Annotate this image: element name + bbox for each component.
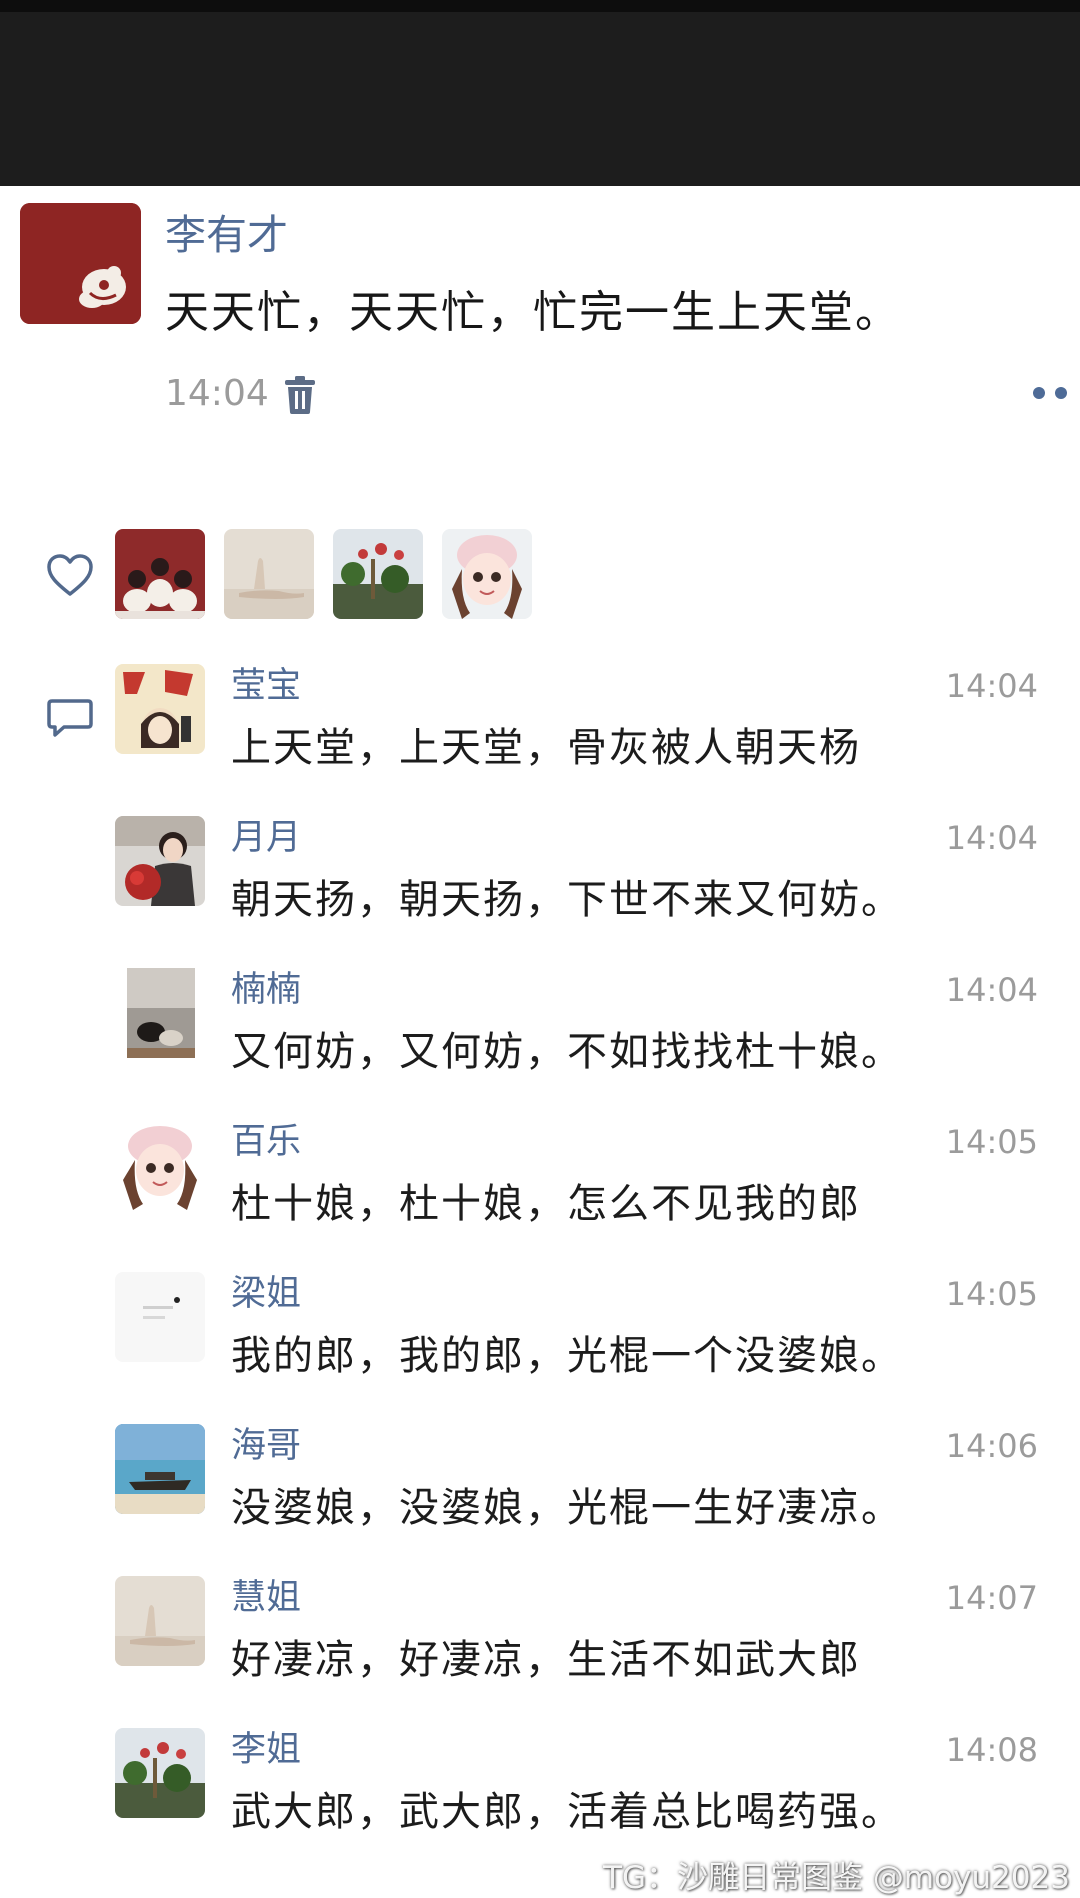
comment-time: 14:05 bbox=[945, 1123, 1038, 1161]
comment-text: 没婆娘，没婆娘，光棍一生好凄凉。 bbox=[231, 1485, 903, 1531]
comment-time: 14:04 bbox=[945, 667, 1038, 705]
comment-text: 朝天扬，朝天扬，下世不来又何妨。 bbox=[231, 877, 903, 923]
comment-text: 上天堂，上天堂，骨灰被人朝天杨 bbox=[231, 725, 861, 771]
comment-item: 海哥 14:06 没婆娘，没婆娘，光棍一生好凄凉。 bbox=[0, 1422, 1080, 1574]
commenter-name[interactable]: 莹宝 bbox=[231, 662, 301, 710]
commenter-name[interactable]: 月月 bbox=[231, 814, 301, 862]
comment-item: 楠楠 14:04 又何妨，又何妨，不如找找杜十娘。 bbox=[0, 966, 1080, 1118]
comment-time: 14:08 bbox=[945, 1731, 1038, 1769]
top-edge bbox=[0, 0, 1080, 12]
comment-time: 14:06 bbox=[945, 1427, 1038, 1465]
commenter-name[interactable]: 梁姐 bbox=[231, 1270, 301, 1318]
commenter-name[interactable]: 楠楠 bbox=[231, 966, 301, 1014]
commenter-avatar[interactable] bbox=[115, 1576, 205, 1666]
comment-text: 好凄凉，好凄凉，生活不如武大郎 bbox=[231, 1637, 861, 1683]
commenter-name[interactable]: 李姐 bbox=[231, 1726, 301, 1774]
commenter-avatar[interactable] bbox=[115, 1424, 205, 1514]
trash-icon[interactable] bbox=[283, 376, 317, 414]
top-dark-bar bbox=[0, 0, 1080, 186]
commenter-avatar[interactable] bbox=[115, 968, 205, 1058]
like-avatar[interactable] bbox=[333, 529, 423, 619]
comment-item: 月月 14:04 朝天扬，朝天扬，下世不来又何妨。 bbox=[0, 814, 1080, 966]
commenter-avatar[interactable] bbox=[115, 1728, 205, 1818]
commenter-name[interactable]: 百乐 bbox=[231, 1118, 301, 1166]
like-avatar[interactable] bbox=[442, 529, 532, 619]
comment-text: 我的郎，我的郎，光棍一个没婆娘。 bbox=[231, 1333, 903, 1379]
post-author-name[interactable]: 李有才 bbox=[165, 207, 288, 263]
comment-item: 莹宝 14:04 上天堂，上天堂，骨灰被人朝天杨 bbox=[0, 662, 1080, 814]
comment-time: 14:04 bbox=[945, 819, 1038, 857]
comment-time: 14:07 bbox=[945, 1579, 1038, 1617]
author-avatar[interactable] bbox=[20, 203, 141, 324]
post-time: 14:04 bbox=[165, 373, 269, 414]
commenter-avatar[interactable] bbox=[115, 816, 205, 906]
comment-time: 14:04 bbox=[945, 971, 1038, 1009]
commenter-name[interactable]: 海哥 bbox=[231, 1422, 301, 1470]
commenter-avatar[interactable] bbox=[115, 1120, 205, 1210]
watermark: TG：沙雕日常图鉴 @moyu2023 bbox=[603, 1860, 1070, 1896]
more-dots-icon[interactable] bbox=[1030, 383, 1070, 403]
comment-item: 李姐 14:08 武大郎，武大郎，活着总比喝药强。 bbox=[0, 1726, 1080, 1878]
comment-item: 慧姐 14:07 好凄凉，好凄凉，生活不如武大郎 bbox=[0, 1574, 1080, 1726]
like-avatar[interactable] bbox=[115, 529, 205, 619]
heart-outline-icon[interactable] bbox=[46, 553, 94, 597]
comment-text: 杜十娘，杜十娘，怎么不见我的郎 bbox=[231, 1181, 861, 1227]
commenter-avatar[interactable] bbox=[115, 664, 205, 754]
like-avatar[interactable] bbox=[224, 529, 314, 619]
comment-text: 武大郎，武大郎，活着总比喝药强。 bbox=[231, 1789, 903, 1835]
comment-text: 又何妨，又何妨，不如找找杜十娘。 bbox=[231, 1029, 903, 1075]
post-text: 天天忙，天天忙，忙完一生上天堂。 bbox=[165, 287, 901, 338]
commenter-avatar[interactable] bbox=[115, 1272, 205, 1362]
commenter-name[interactable]: 慧姐 bbox=[231, 1574, 301, 1622]
comment-item: 梁姐 14:05 我的郎，我的郎，光棍一个没婆娘。 bbox=[0, 1270, 1080, 1422]
comment-item: 百乐 14:05 杜十娘，杜十娘，怎么不见我的郎 bbox=[0, 1118, 1080, 1270]
comment-time: 14:05 bbox=[945, 1275, 1038, 1313]
